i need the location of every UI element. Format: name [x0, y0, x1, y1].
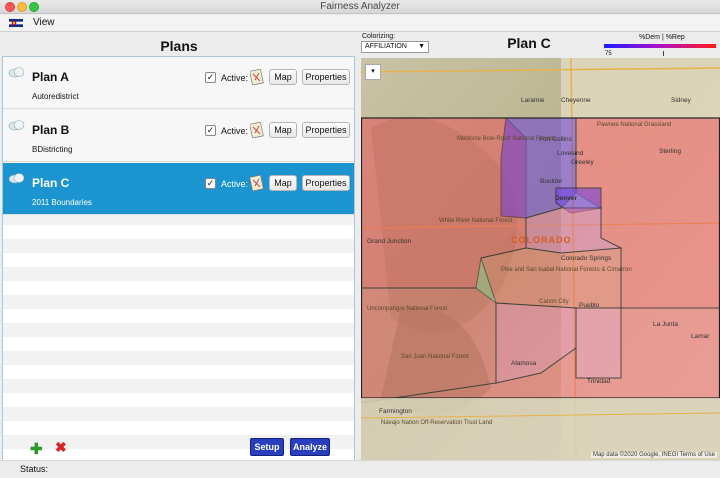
place-label: Pike and San Isabel National Forests & C…: [501, 267, 632, 273]
window-title: Fairness Analyzer: [320, 1, 400, 12]
plans-panel: Plans Plan A Autoredistrict ✓ Active: Ma…: [0, 32, 358, 466]
active-label: Active:: [221, 73, 249, 83]
map-canvas[interactable]: Laramie Cheyenne Sidney Fort Collins Lov…: [361, 58, 720, 460]
city-label: Sterling: [659, 148, 681, 155]
colorizing-label: Colorizing:: [362, 33, 396, 40]
legend-label: %Dem | %Rep: [639, 34, 685, 41]
cloud-icon: [8, 120, 25, 131]
plans-title: Plans: [160, 38, 198, 54]
colorizing-select[interactable]: AFFILIATION ▼: [361, 41, 429, 53]
plus-icon[interactable]: ✚: [30, 440, 43, 458]
analyze-button[interactable]: Analyze: [290, 438, 330, 456]
map-type-dropdown[interactable]: ▾: [365, 64, 381, 80]
place-label: Uncompahgre National Forest: [367, 306, 447, 312]
x-icon[interactable]: ✖: [55, 439, 67, 456]
city-label: Trinidad: [587, 378, 611, 385]
plans-list[interactable]: Plan A Autoredistrict ✓ Active: Map Prop…: [2, 56, 355, 466]
active-checkbox[interactable]: ✓: [205, 125, 216, 136]
plan-name: Plan A: [32, 70, 69, 84]
menu-bar: View: [0, 15, 720, 32]
title-bar: Fairness Analyzer: [0, 0, 720, 14]
city-label: Greeley: [571, 159, 595, 166]
map-icon[interactable]: [250, 175, 264, 191]
district-map[interactable]: Laramie Cheyenne Sidney Fort Collins Lov…: [361, 58, 720, 460]
plan-name: Plan B: [32, 123, 70, 137]
place-label: Canon City: [539, 299, 569, 305]
place-label: Navajo Nation Off-Reservation Trust Land: [381, 420, 492, 426]
place-label: Medicine Bow-Routt National Forests: [457, 136, 556, 142]
cloud-icon: [8, 173, 25, 184]
properties-button[interactable]: Properties: [302, 122, 350, 138]
city-label: Loveland: [557, 150, 584, 157]
colorizing-value: AFFILIATION: [365, 43, 407, 50]
map-button[interactable]: Map: [269, 69, 297, 85]
active-checkbox[interactable]: ✓: [205, 72, 216, 83]
city-label: Colorado Springs: [561, 255, 612, 262]
map-button[interactable]: Map: [269, 122, 297, 138]
plan-name: Plan C: [32, 176, 70, 190]
city-label: Pueblo: [579, 302, 600, 309]
map-icon[interactable]: [250, 122, 264, 138]
city-label: Grand Junction: [367, 238, 411, 245]
status-bar: Status:: [0, 460, 720, 478]
city-label: Laramie: [521, 97, 545, 104]
properties-button[interactable]: Properties: [302, 69, 350, 85]
place-label: San Juan National Forest: [401, 354, 469, 360]
city-label: Boulder: [540, 178, 563, 185]
map-button[interactable]: Map: [269, 175, 297, 191]
city-label: Sidney: [671, 97, 692, 104]
active-label: Active:: [221, 126, 249, 136]
status-label: Status:: [20, 464, 49, 474]
city-label: Denver: [555, 195, 578, 202]
map-plan-title: Plan C: [507, 35, 551, 51]
place-label: White River National Forest: [439, 218, 513, 224]
city-label: Alamosa: [511, 360, 537, 367]
menu-view[interactable]: View: [33, 17, 55, 28]
active-label: Active:: [221, 179, 249, 189]
properties-button[interactable]: Properties: [302, 175, 350, 191]
colorado-flag-icon[interactable]: [9, 19, 23, 27]
setup-button[interactable]: Setup: [250, 438, 284, 456]
plan-row-a[interactable]: Plan A Autoredistrict ✓ Active: Map Prop…: [3, 57, 354, 109]
active-checkbox[interactable]: ✓: [205, 178, 216, 189]
map-attribution: Map data ©2020 Google, INEGI Terms of Us…: [590, 452, 717, 458]
plan-description: BDistricting: [32, 145, 73, 154]
place-label: Pawnee National Grassland: [597, 122, 671, 128]
map-icon[interactable]: [250, 69, 264, 85]
city-label: Farmington: [379, 408, 412, 415]
legend-min: 75: [605, 51, 612, 57]
city-label: La Junta: [653, 321, 678, 328]
plan-description: 2011 Boundaries: [32, 198, 92, 207]
city-label: Cheyenne: [561, 97, 591, 104]
plan-row-b[interactable]: Plan B BDistricting ✓ Active: Map Proper…: [3, 110, 354, 162]
legend-gradient: [604, 44, 716, 48]
legend-tick: [663, 51, 664, 56]
plan-row-c[interactable]: Plan C 2011 Boundaries ✓ Active: Map Pro…: [3, 163, 354, 215]
cloud-icon: [8, 67, 25, 78]
state-label: COLORADO: [511, 235, 572, 245]
city-label: Lamar: [691, 333, 710, 340]
plan-description: Autoredistrict: [32, 92, 79, 101]
chevron-down-icon: ▼: [418, 43, 425, 50]
